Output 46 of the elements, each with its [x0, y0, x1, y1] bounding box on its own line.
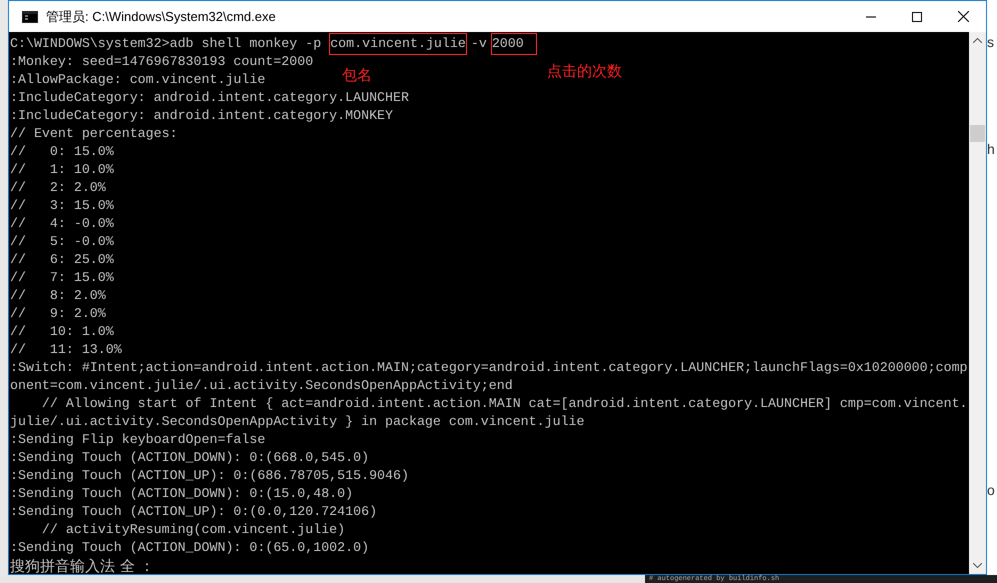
background-text: h: [987, 140, 995, 159]
console-line: // 11: 13.0%: [10, 341, 122, 359]
console-line: // Allowing start of Intent { act=android.intent.action.MAIN cat=[android.intent.category.LAUNCHER] cmp=com.vincent.: [40, 395, 968, 413]
console-line: :Sending Touch (ACTION_DOWN): 0:(15.0,48.0): [10, 485, 354, 503]
console-line: // 1: 10.0%: [10, 161, 114, 179]
console-line: onent=com.vincent.julie/.ui.activity.SecondsOpenAppActivity;end: [10, 377, 513, 395]
annotation-label: 点击的次数: [547, 62, 622, 80]
command-text: C:\WINDOWS\system32>adb shell monkey -p: [10, 35, 322, 53]
scroll-up-icon[interactable]: [973, 38, 982, 43]
console-line: :Switch: #Intent;action=android.intent.action.MAIN;category=android.intent.category.LAUNCHER;launchFlags=0x10200000;comp: [10, 359, 968, 377]
console-line: :Sending Touch (ACTION_UP): 0:(0.0,120.724106): [10, 503, 378, 521]
console-line: // 10: 1.0%: [10, 323, 114, 341]
console-line: // 7: 15.0%: [10, 269, 114, 287]
maximize-icon[interactable]: [912, 12, 922, 22]
console-line: :IncludeCategory: android.intent.category.LAUNCHER: [10, 89, 409, 107]
console-line: // 8: 2.0%: [10, 287, 106, 305]
console-line: :Sending Flip keyboardOpen=false: [10, 431, 266, 449]
console-line: // 0: 15.0%: [10, 143, 114, 161]
console-line: // 3: 15.0%: [10, 197, 114, 215]
console-line: // 6: 25.0%: [10, 251, 114, 269]
console-line: // 5: -0.0%: [10, 233, 114, 251]
ime-status: 搜狗拼音输入法 全 ：: [10, 557, 155, 575]
console-line: :Sending Touch (ACTION_UP): 0:(686.78705,515.9046): [10, 467, 409, 485]
console-line: :Monkey: seed=1476967830193 count=2000: [10, 53, 314, 71]
option-label: -v: [470, 35, 488, 53]
console-line: // Event percentages:: [10, 125, 178, 143]
console-line: :IncludeCategory: android.intent.category.MONKEY: [10, 107, 394, 125]
background-text: s: [987, 33, 994, 52]
console-line: :AllowPackage: com.vincent.julie: [10, 71, 266, 89]
console-line: // activityResuming(com.vincent.julie): [40, 521, 346, 539]
scroll-down-icon[interactable]: [973, 563, 982, 568]
console-line: :Sending Touch (ACTION_DOWN): 0:(65.0,1002.0): [10, 539, 370, 557]
console-line: // 9: 2.0%: [10, 305, 106, 323]
console-icon: [22, 10, 38, 22]
window-title: 管理员: C:\Windows\System32\cmd.exe: [46, 8, 276, 26]
console-line: // 4: -0.0%: [10, 215, 114, 233]
console-line: julie/.ui.activity.SecondsOpenAppActivity } in package com.vincent.julie: [10, 413, 585, 431]
package-name: com.vincent.julie: [329, 33, 467, 55]
annotation-label: 包名: [342, 66, 372, 84]
console-line: // 2: 2.0%: [10, 179, 106, 197]
scrollbar[interactable]: [969, 32, 986, 574]
background-text: o: [987, 481, 995, 500]
count-value: 2000: [490, 33, 537, 55]
close-icon[interactable]: [958, 11, 968, 22]
scrollbar-thumb[interactable]: [970, 125, 985, 142]
console-line: :Sending Touch (ACTION_DOWN): 0:(668.0,545.0): [10, 449, 370, 467]
